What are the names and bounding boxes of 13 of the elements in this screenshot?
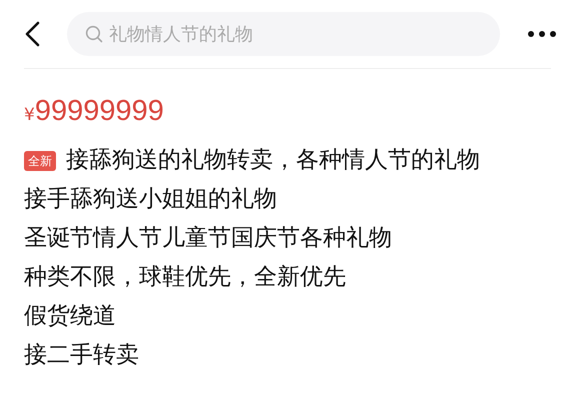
description-line: 接手舔狗送小姐姐的礼物 bbox=[24, 185, 277, 214]
description-line: 接二手转卖 bbox=[24, 341, 139, 370]
currency-symbol: ¥ bbox=[24, 104, 35, 127]
search-icon bbox=[85, 25, 103, 43]
search-input[interactable]: 礼物情人节的礼物 bbox=[109, 20, 489, 48]
description-line: 接舔狗送的礼物转卖，各种情人节的礼物 bbox=[66, 146, 480, 175]
description-line: 种类不限，球鞋优先，全新优先 bbox=[24, 263, 346, 292]
search-field[interactable]: 礼物情人节的礼物 bbox=[67, 12, 500, 56]
description-line: 圣诞节情人节儿童节国庆节各种礼物 bbox=[24, 224, 392, 253]
price: 99999999 bbox=[34, 94, 164, 129]
new-badge: 全新 bbox=[24, 150, 56, 170]
more-icon[interactable] bbox=[527, 30, 557, 38]
description-line: 假货绕道 bbox=[24, 302, 116, 331]
